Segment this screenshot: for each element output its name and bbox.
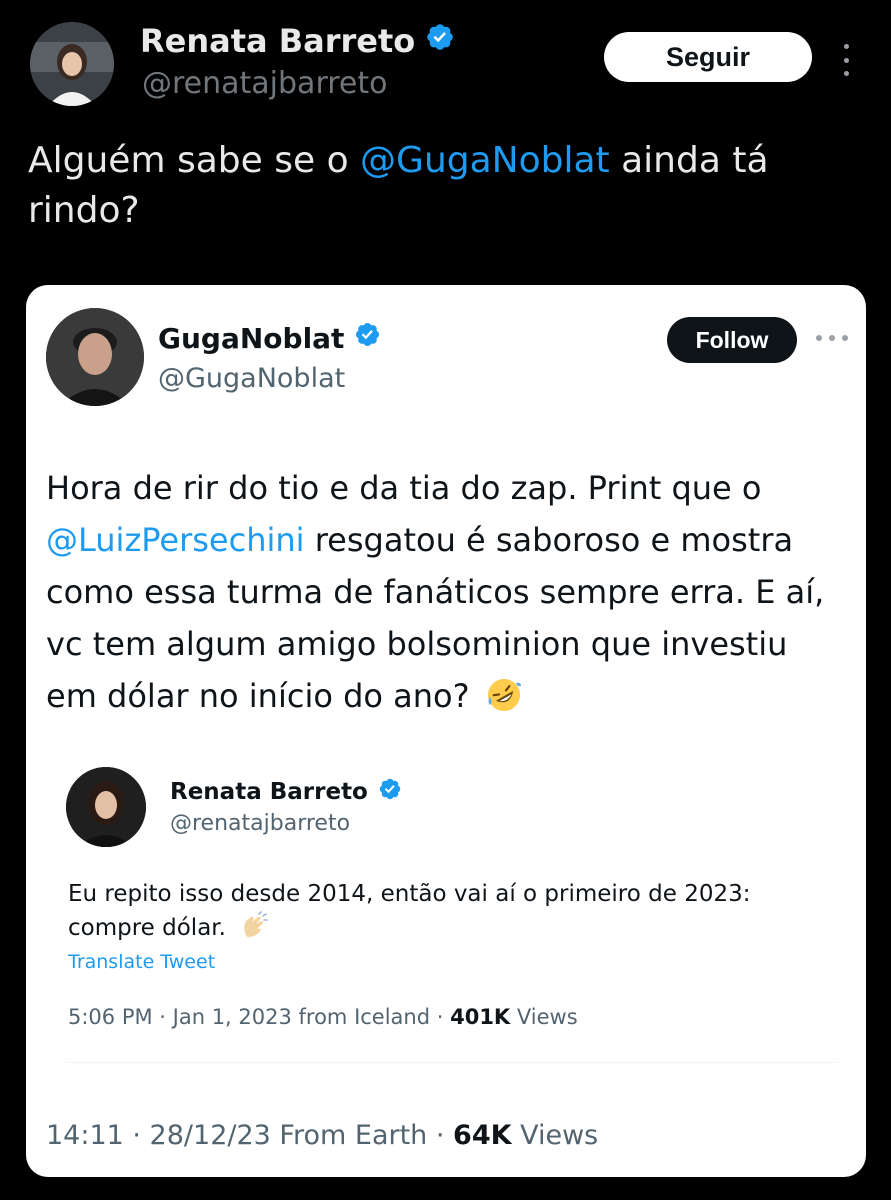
- outer-tweet-header: Renata Barreto @renatajbarreto Seguir: [30, 22, 870, 114]
- avatar[interactable]: [30, 22, 114, 106]
- tweet-text: Eu repito isso desde 2014, então vai aí …: [68, 877, 838, 951]
- author-name[interactable]: Renata Barreto: [140, 22, 455, 60]
- author-handle[interactable]: @renatajbarreto: [170, 811, 350, 836]
- tweet-text-part: Hora de rir do tio e da tia do zap. Prin…: [46, 469, 762, 507]
- mention-link[interactable]: @GugaNoblat: [360, 140, 610, 181]
- author-name[interactable]: GugaNoblat: [158, 321, 381, 355]
- verified-badge-icon: [378, 777, 402, 807]
- divider: [66, 1062, 838, 1063]
- views-count: 64K: [453, 1120, 512, 1151]
- author-name[interactable]: Renata Barreto: [170, 777, 402, 807]
- author-name-text[interactable]: Renata Barreto: [140, 22, 415, 60]
- follow-button[interactable]: Seguir: [604, 32, 812, 82]
- mention-link[interactable]: @LuizPersechini: [46, 521, 305, 559]
- translate-tweet-link[interactable]: Translate Tweet: [68, 951, 215, 973]
- more-options-icon[interactable]: [816, 333, 848, 343]
- quoted-tweet-card[interactable]: GugaNoblat @GugaNoblat Follow Hora de ri…: [26, 285, 866, 1177]
- rolling-on-floor-laughing-icon: [486, 676, 522, 728]
- views-label: Views: [511, 1120, 599, 1151]
- author-name-text[interactable]: Renata Barreto: [170, 779, 368, 805]
- author-name-text[interactable]: GugaNoblat: [158, 322, 344, 355]
- views-count: 401K: [450, 1005, 511, 1029]
- views-label: Views: [510, 1005, 578, 1029]
- author-handle[interactable]: @renatajbarreto: [142, 66, 388, 101]
- tweet-text: Alguém sabe se o @GugaNoblat ainda tá ri…: [28, 136, 858, 236]
- timestamp[interactable]: 5:06 PM · Jan 1, 2023 from Iceland ·: [68, 1005, 450, 1029]
- avatar[interactable]: [46, 308, 144, 406]
- follow-button[interactable]: Follow: [667, 317, 797, 363]
- author-handle[interactable]: @GugaNoblat: [158, 363, 345, 394]
- tweet-text: Hora de rir do tio e da tia do zap. Prin…: [46, 462, 846, 728]
- tweet-metadata: 5:06 PM · Jan 1, 2023 from Iceland · 401…: [68, 1005, 578, 1029]
- tweet-metadata: 14:11 · 28/12/23 From Earth · 64K Views: [46, 1120, 598, 1151]
- tweet-text-part: Alguém sabe se o: [28, 140, 361, 181]
- verified-badge-icon: [425, 22, 455, 60]
- inner-quoted-tweet[interactable]: Renata Barreto @renatajbarreto Eu repito…: [66, 765, 838, 1065]
- verified-badge-icon: [354, 321, 381, 355]
- timestamp[interactable]: 14:11 · 28/12/23 From Earth ·: [46, 1120, 453, 1151]
- more-options-icon[interactable]: [838, 44, 854, 76]
- clapping-hands-icon: [239, 911, 269, 951]
- tweet-text-part: Eu repito isso desde 2014, então vai aí …: [68, 881, 751, 941]
- avatar[interactable]: [66, 767, 146, 847]
